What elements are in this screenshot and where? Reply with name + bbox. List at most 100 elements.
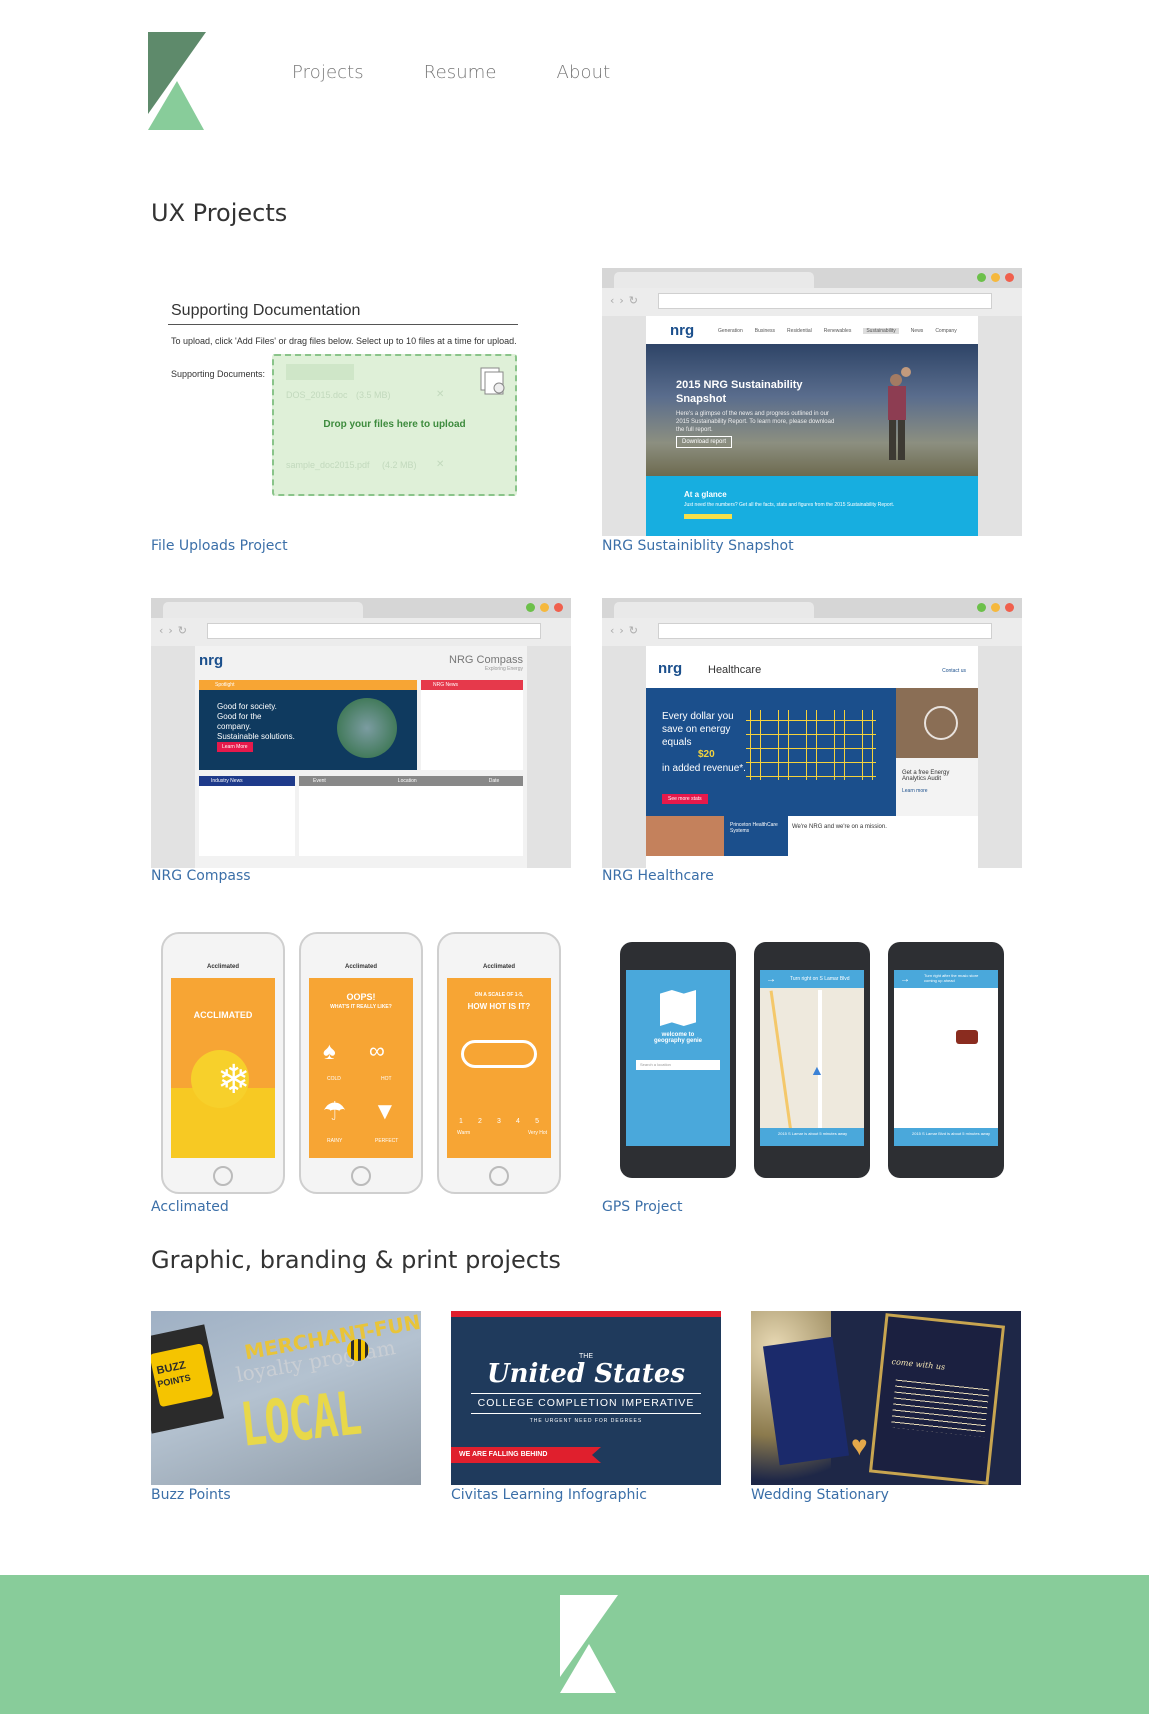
news-panel: NRG News [421, 680, 523, 770]
phone-screen: Acclimated OOPS! WHAT'S IT REALLY LIKE? … [309, 964, 413, 1158]
k-logo-icon[interactable] [560, 1595, 618, 1693]
nav-about-link[interactable]: About [557, 62, 611, 83]
document-drag-icon [480, 367, 505, 395]
gps-link[interactable]: GPS Project [602, 1199, 683, 1215]
browser-mock: ‹›↻ nrg Healthcare Contact us Every doll… [602, 598, 1022, 868]
browser-mock: ‹›↻ nrg NRG Compass Exploring Energy Spo… [151, 598, 571, 868]
hero-image: 2015 NRG Sustainability Snapshot Here's … [646, 344, 978, 476]
industry-news-panel: Industry News [199, 776, 295, 856]
contact-link[interactable]: Contact us [942, 668, 966, 674]
civitas-link[interactable]: Civitas Learning Infographic [451, 1487, 647, 1503]
civitas-thumbnail[interactable]: THE United States COLLEGE COMPLETION IMP… [451, 1311, 721, 1485]
nrg-compass-link[interactable]: NRG Compass [151, 868, 251, 884]
project-card-nrg-healthcare[interactable]: ‹›↻ nrg Healthcare Contact us Every doll… [602, 598, 1022, 888]
file-size: (3.5 MB) [356, 390, 391, 400]
turn-arrow-icon: → [766, 974, 776, 985]
browser-mock: ‹›↻ nrg Generation Business Residential Ren… [602, 268, 1022, 536]
project-card-wedding[interactable]: come with us ♥ Wedding Stationary [751, 1311, 1021, 1506]
see-more-stats-button[interactable]: See more stats [662, 794, 708, 804]
project-card-file-uploads[interactable]: Supporting Documentation To upload, clic… [151, 268, 571, 558]
map-icon [660, 990, 696, 1026]
play-icon[interactable] [924, 706, 958, 740]
bee-icon [347, 1339, 369, 1361]
healthcare-title: Healthcare [708, 664, 762, 676]
phone-screen: Acclimated ACCLIMATED ❄ [171, 964, 275, 1158]
falling-behind-banner: WE ARE FALLING BEHIND [451, 1447, 601, 1463]
turn-arrow-icon: → [900, 974, 910, 985]
project-card-nrg-snapshot[interactable]: ‹›↻ nrg Generation Business Residential Ren… [602, 268, 1022, 558]
phone-screen: welcome to geography genie Search a loca… [626, 970, 730, 1146]
location-search-input[interactable]: Search a location [636, 1060, 720, 1070]
nrg-logo: nrg [670, 322, 695, 339]
nrg-logo: nrg [199, 652, 224, 669]
nrg-snapshot-link[interactable]: NRG Sustainiblity Snapshot [602, 538, 794, 554]
buzz-points-link[interactable]: Buzz Points [151, 1487, 231, 1503]
heat-scale[interactable]: 12345 [459, 1118, 539, 1125]
landmark-image [956, 1030, 978, 1044]
download-report-button[interactable]: Download report [676, 436, 733, 448]
file-uploads-link[interactable]: File Uploads Project [151, 538, 288, 554]
acclimated-thumbnail[interactable]: Acclimated ACCLIMATED ❄ Acclimated OOPS!… [151, 928, 571, 1196]
phone-screen: Turn right after the music store coming … [894, 970, 998, 1146]
home-button [351, 1166, 371, 1186]
wedding-stationary-thumbnail[interactable]: come with us ♥ [751, 1311, 1021, 1485]
project-card-nrg-compass[interactable]: ‹›↻ nrg NRG Compass Exploring Energy Spo… [151, 598, 571, 888]
dollar-grid [746, 710, 876, 780]
umbrella-icon: ☂ [323, 1096, 347, 1126]
remove-file-icon[interactable]: ✕ [436, 389, 444, 400]
divider [168, 324, 518, 325]
remove-file-icon[interactable]: ✕ [436, 459, 444, 470]
navigation-arrow-icon: ▲ [810, 1062, 824, 1078]
nrg-healthcare-link[interactable]: NRG Healthcare [602, 868, 714, 884]
file-size: (4.2 MB) [382, 460, 417, 470]
audit-panel: Get a free Energy Analytics Audit Learn … [896, 758, 978, 816]
android-phone-mockup: Turn right on S Lamar Blvd → ▲ 2015 S La… [754, 942, 870, 1178]
nrg-healthcare-thumbnail[interactable]: ‹›↻ nrg Healthcare Contact us Every doll… [602, 598, 1022, 868]
hero-title: 2015 NRG Sustainability Snapshot [676, 379, 803, 405]
phone-mockup: Acclimated ON A SCALE OF 1-5, HOW HOT IS… [437, 932, 561, 1194]
project-card-acclimated[interactable]: Acclimated ACCLIMATED ❄ Acclimated OOPS!… [151, 928, 571, 1218]
wedding-link[interactable]: Wedding Stationary [751, 1487, 889, 1503]
android-phone-mockup: welcome to geography genie Search a loca… [620, 942, 736, 1178]
nrg-compass-thumbnail[interactable]: ‹›↻ nrg NRG Compass Exploring Energy Spo… [151, 598, 571, 868]
nav-resume-link[interactable]: Resume [424, 62, 497, 83]
drop-zone[interactable]: DOS_2015.doc (3.5 MB) ✕ Drop your files … [272, 354, 517, 496]
project-card-buzz-points[interactable]: BUZZ POINTS MERCHANT-FUNDED loyalty prog… [151, 1311, 421, 1506]
drop-text: Drop your files here to upload [323, 419, 466, 430]
nav-projects-link[interactable]: Projects [292, 62, 364, 83]
home-button [489, 1166, 509, 1186]
invitation-card: come with us [868, 1313, 1006, 1485]
buzz-points-thumbnail[interactable]: BUZZ POINTS MERCHANT-FUNDED loyalty prog… [151, 1311, 421, 1485]
phone-mockup: Acclimated OOPS! WHAT'S IT REALLY LIKE? … [299, 932, 423, 1194]
revenue-hero: Every dollar you save on energy equals $… [646, 688, 896, 816]
video-image[interactable] [896, 688, 978, 758]
file-row: DOS_2015.doc [286, 390, 348, 400]
main-nav: Projects Resume About [292, 62, 670, 83]
globe-image [337, 698, 397, 758]
sunglasses-icon: ∞ [369, 1038, 385, 1063]
site-menu: Generation Business Residential Renewables S… [718, 328, 957, 334]
sweater-icon: ♠ [323, 1038, 336, 1065]
nrg-snapshot-thumbnail[interactable]: ‹›↻ nrg Generation Business Residential Ren… [602, 268, 1022, 536]
add-files-button[interactable] [286, 364, 354, 380]
gps-thumbnail[interactable]: welcome to geography genie Search a loca… [602, 928, 1022, 1196]
k-logo-icon[interactable] [148, 32, 206, 130]
project-card-civitas[interactable]: THE United States COLLEGE COMPLETION IMP… [451, 1311, 721, 1506]
acclimated-link[interactable]: Acclimated [151, 1199, 229, 1215]
file-uploads-thumbnail[interactable]: Supporting Documentation To upload, clic… [151, 268, 571, 536]
man-with-child-image [888, 367, 911, 460]
home-button [213, 1166, 233, 1186]
phone-mockup: Acclimated ACCLIMATED ❄ [161, 932, 285, 1194]
upload-instructions: To upload, click 'Add Files' or drag fil… [171, 336, 517, 346]
download-link[interactable] [684, 514, 732, 519]
tshirt-icon: ▼ [373, 1098, 397, 1125]
android-phone-mockup: Turn right after the music store coming … [888, 942, 1004, 1178]
upload-heading: Supporting Documentation [171, 302, 361, 319]
learn-more-button[interactable]: Learn More [217, 742, 253, 752]
ux-projects-heading: UX Projects [151, 199, 288, 227]
site-footer [0, 1575, 1149, 1714]
events-table: Event Location Date [299, 776, 523, 856]
phone-screen: Turn right on S Lamar Blvd → ▲ 2015 S La… [760, 970, 864, 1146]
project-card-gps[interactable]: welcome to geography genie Search a loca… [602, 928, 1022, 1218]
heart-icon: ♥ [851, 1430, 868, 1461]
